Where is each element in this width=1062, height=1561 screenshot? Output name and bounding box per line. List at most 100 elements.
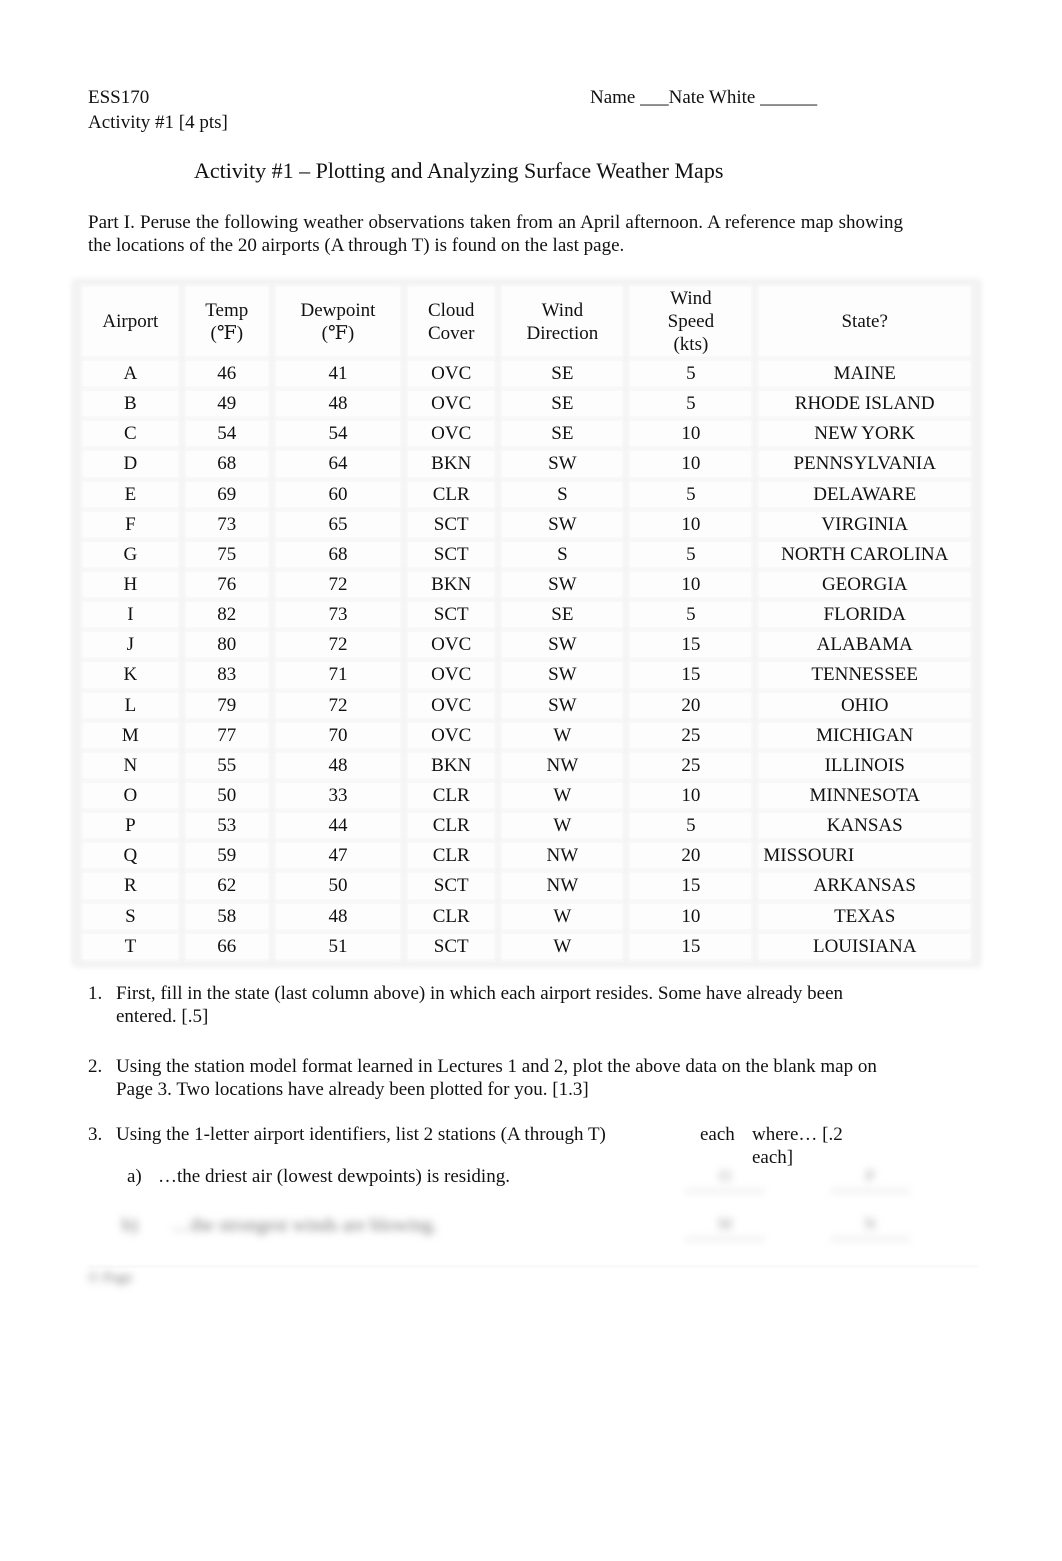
- cell-temp: 49: [185, 391, 268, 417]
- table-row: H 76 72 BKN SW 10 GEORGIA: [83, 571, 970, 598]
- table-row: R 62 50 SCT NW 15 ARKANSAS: [83, 873, 970, 899]
- cell-state: MICHIGAN: [759, 722, 970, 748]
- cell-dew: 48: [275, 391, 401, 417]
- cell-state: LOUISIANA: [759, 933, 970, 959]
- cell-state: TEXAS: [759, 903, 970, 929]
- cell-state: RHODE ISLAND: [759, 391, 970, 417]
- cell-dir: S: [502, 481, 623, 507]
- cell-cloud: CLR: [408, 843, 495, 869]
- cell-speed: 10: [630, 571, 752, 598]
- cell-speed: 5: [630, 541, 752, 567]
- header-state-label: State?: [841, 311, 888, 332]
- question-text: Using the station model format learned i…: [116, 1056, 877, 1100]
- cell-cloud: OVC: [408, 722, 495, 748]
- cell-cloud: CLR: [408, 813, 495, 839]
- cell-cloud: CLR: [408, 903, 495, 929]
- sub-question-text: …the strongest winds are blowing.: [172, 1215, 438, 1236]
- header-wind-speed: Wind Speed (kts): [630, 287, 752, 356]
- cell-dir: SW: [502, 632, 623, 658]
- cell-dew: 60: [275, 481, 401, 507]
- cell-dir: SE: [502, 391, 623, 417]
- cell-dir: W: [502, 782, 623, 809]
- header-speed-unit: (kts): [673, 334, 709, 355]
- cell-cloud: OVC: [408, 361, 495, 387]
- cell-temp: 80: [185, 632, 268, 658]
- cell-dew: 47: [275, 843, 401, 869]
- section-divider: [88, 1266, 978, 1267]
- table-row: B 49 48 OVC SE 5 RHODE ISLAND: [83, 391, 970, 417]
- cell-cloud: BKN: [408, 571, 495, 598]
- cell-speed: 20: [630, 843, 752, 869]
- cell-dir: SW: [502, 511, 623, 537]
- cell-airport: T: [83, 933, 178, 959]
- header-dewpoint-label: Dewpoint: [300, 299, 376, 321]
- cell-dew: 72: [275, 692, 401, 718]
- cell-dir: W: [502, 722, 623, 748]
- cell-dew: 48: [275, 903, 401, 929]
- cell-state: MAINE: [759, 361, 970, 387]
- answer-3b-2[interactable]: N: [830, 1216, 910, 1240]
- question-3-each: each: [700, 1124, 735, 1145]
- header-temp-unit: (℉): [210, 322, 244, 344]
- cell-cloud: SCT: [408, 933, 495, 959]
- cell-dew: 71: [275, 662, 401, 688]
- header-dir-label-1: Wind: [541, 299, 584, 321]
- answer-3a-1[interactable]: O: [685, 1168, 765, 1192]
- cell-temp: 68: [185, 451, 268, 477]
- cell-cloud: OVC: [408, 632, 495, 658]
- table-header-row: Airport Temp (℉) Dewpoint (℉) Cloud Cover W…: [83, 287, 970, 356]
- cell-airport: N: [83, 752, 178, 778]
- answer-3a-2[interactable]: P: [830, 1168, 910, 1192]
- cell-temp: 58: [185, 903, 268, 929]
- cell-cloud: SCT: [408, 511, 495, 537]
- course-code: ESS170: [88, 87, 150, 108]
- cell-temp: 83: [185, 662, 268, 688]
- cell-airport: C: [83, 421, 178, 447]
- table-body: A 46 41 OVC SE 5 MAINE B 49 48 OVC SE 5 RHODE ISLAND C…: [83, 361, 970, 959]
- cell-state: ILLINOIS: [759, 752, 970, 778]
- cell-dir: W: [502, 903, 623, 929]
- cell-dew: 33: [275, 782, 401, 809]
- observations-table-container: Airport Temp (℉) Dewpoint (℉) Cloud Cover W…: [75, 282, 978, 964]
- header-cloud-label-1: Cloud: [427, 299, 475, 321]
- cell-dir: S: [502, 541, 623, 567]
- cell-temp: 59: [185, 843, 268, 869]
- cell-state: TENNESSEE: [759, 662, 970, 688]
- cell-speed: 10: [630, 903, 752, 929]
- table-row: P 53 44 CLR W 5 KANSAS: [83, 813, 970, 839]
- cell-dew: 41: [275, 361, 401, 387]
- header-dewpoint-unit: (℉): [321, 322, 355, 344]
- cell-dew: 64: [275, 451, 401, 477]
- table-row: O 50 33 CLR W 10 MINNESOTA: [83, 782, 970, 809]
- cell-dew: 72: [275, 571, 401, 598]
- answer-3b-1[interactable]: M: [685, 1216, 765, 1240]
- cell-temp: 77: [185, 722, 268, 748]
- cell-cloud: CLR: [408, 481, 495, 507]
- cell-speed: 15: [630, 933, 752, 959]
- cell-temp: 55: [185, 752, 268, 778]
- cell-dew: 54: [275, 421, 401, 447]
- cell-dir: SW: [502, 662, 623, 688]
- activity-points: Activity #1 [4 pts]: [88, 112, 228, 133]
- observations-table: Airport Temp (℉) Dewpoint (℉) Cloud Cover W…: [75, 282, 978, 964]
- sub-question-text: …the driest air (lowest dewpoints) is re…: [158, 1166, 510, 1187]
- cell-cloud: SCT: [408, 541, 495, 567]
- footer-note: © Page: [88, 1270, 133, 1286]
- cell-cloud: BKN: [408, 752, 495, 778]
- cell-cloud: CLR: [408, 782, 495, 809]
- cell-airport: M: [83, 722, 178, 748]
- cell-speed: 5: [630, 602, 752, 628]
- cell-dew: 51: [275, 933, 401, 959]
- cell-state: DELAWARE: [759, 481, 970, 507]
- cell-state: VIRGINIA: [759, 511, 970, 537]
- cell-temp: 50: [185, 782, 268, 809]
- cell-speed: 10: [630, 782, 752, 809]
- table-row: S 58 48 CLR W 10 TEXAS: [83, 903, 970, 929]
- cell-dir: NW: [502, 843, 623, 869]
- cell-temp: 79: [185, 692, 268, 718]
- cell-state: OHIO: [759, 692, 970, 718]
- cell-airport: G: [83, 541, 178, 567]
- question-number: 3.: [88, 1124, 103, 1145]
- table-row: A 46 41 OVC SE 5 MAINE: [83, 361, 970, 387]
- header-airport: Airport: [83, 287, 178, 356]
